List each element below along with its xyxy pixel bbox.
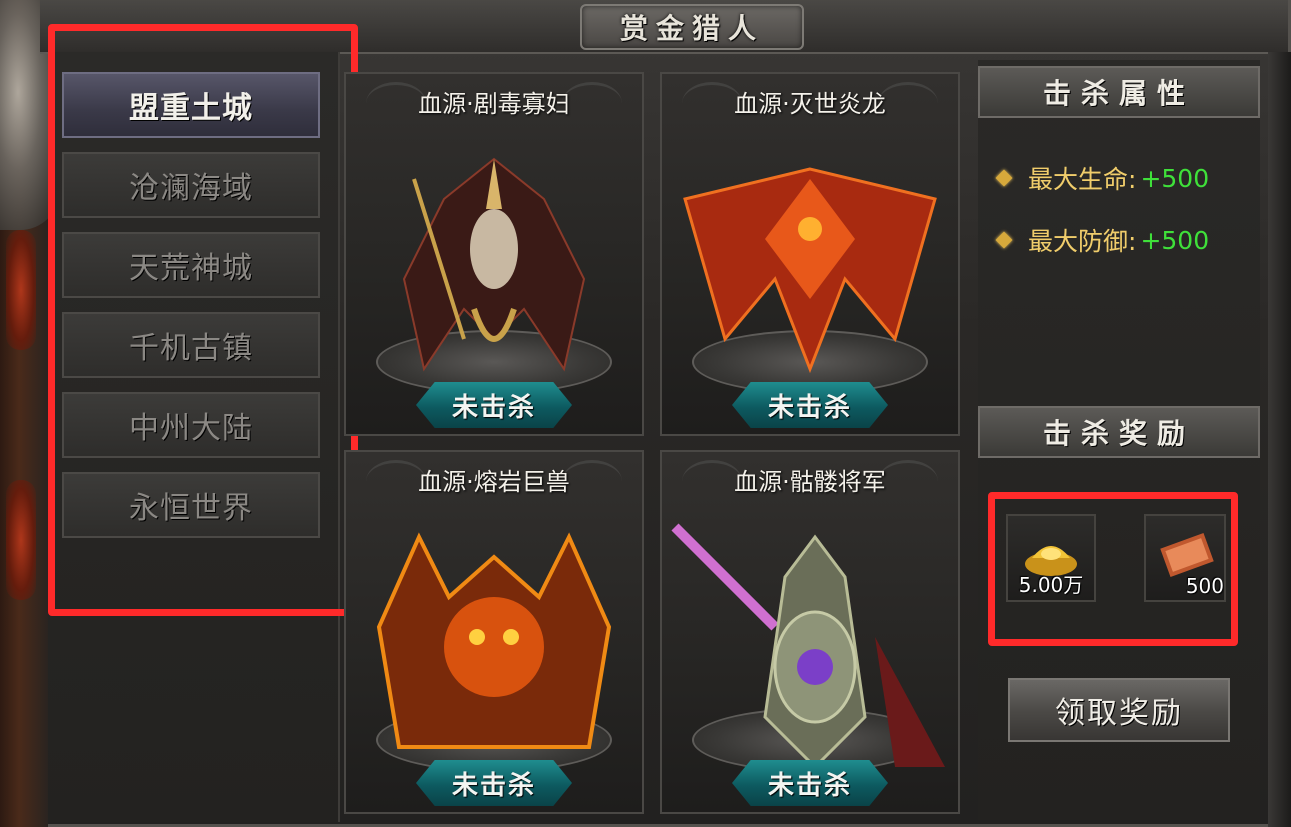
kill-attributes-heading: 击杀属性 <box>978 66 1260 118</box>
poison-widow-icon <box>374 139 614 403</box>
reward-quantity: 5.00万 <box>1018 573 1084 597</box>
status-label: 未击杀 <box>451 770 536 801</box>
status-label: 未击杀 <box>767 770 852 801</box>
status-label: 未击杀 <box>451 392 536 423</box>
kill-rewards-heading: 击杀奖励 <box>978 406 1260 458</box>
sidebar-item-label: 沧澜海域 <box>129 171 253 206</box>
lava-beast-icon <box>359 517 629 771</box>
reward-quantity: 500 <box>1185 574 1224 598</box>
info-panel: 击杀属性 最大生命: +500 最大防御: +500 击杀奖励 5.00万 50… <box>978 60 1260 820</box>
boss-card[interactable]: 血源·熔岩巨兽 未击杀 <box>344 450 644 814</box>
status-not-killed-button[interactable]: 未击杀 <box>732 760 888 806</box>
sidebar-item-label: 天荒神城 <box>129 251 253 286</box>
sidebar-item-mengzhong[interactable]: 盟重土城 <box>62 72 320 138</box>
claim-reward-button[interactable]: 领取奖励 <box>1008 678 1230 742</box>
boss-name: 血源·剧毒寡妇 <box>418 90 570 118</box>
attribute-name: 最大生命: <box>1028 165 1137 194</box>
claim-button-label: 领取奖励 <box>1055 696 1183 731</box>
boss-card[interactable]: 血源·剧毒寡妇 未击杀 <box>344 72 644 436</box>
sidebar-item-qianji[interactable]: 千机古镇 <box>62 312 320 378</box>
boss-name: 血源·灭世炎龙 <box>734 90 886 118</box>
diamond-bullet-icon <box>995 231 1013 249</box>
diamond-bullet-icon <box>995 169 1013 187</box>
left-decoration <box>0 0 60 827</box>
window-title: 赏金猎人 <box>619 12 764 45</box>
region-sidebar: 盟重土城 沧澜海域 天荒神城 千机古镇 中州大陆 永恒世界 <box>48 52 340 822</box>
status-label: 未击杀 <box>767 392 852 423</box>
sidebar-item-tianhuang[interactable]: 天荒神城 <box>62 232 320 298</box>
section-heading-text: 击杀属性 <box>1042 77 1195 110</box>
section-heading-text: 击杀奖励 <box>1042 417 1195 450</box>
reward-slot[interactable]: 5.00万 <box>1006 514 1096 602</box>
sidebar-item-canglan[interactable]: 沧澜海域 <box>62 152 320 218</box>
sidebar-item-label: 千机古镇 <box>129 331 253 366</box>
fire-dragon-icon <box>665 139 955 383</box>
boss-card[interactable]: 血源·灭世炎龙 未击杀 <box>660 72 960 436</box>
right-border <box>1268 52 1291 827</box>
skeleton-general-icon <box>665 517 955 781</box>
sidebar-item-label: 中州大陆 <box>129 411 253 446</box>
attribute-name: 最大防御: <box>1028 227 1137 256</box>
sidebar-item-yongheng[interactable]: 永恒世界 <box>62 472 320 538</box>
attribute-row: 最大防御: +500 <box>995 220 1210 260</box>
attribute-value: +500 <box>1140 225 1210 255</box>
sidebar-item-zhongzhou[interactable]: 中州大陆 <box>62 392 320 458</box>
sidebar-item-label: 永恒世界 <box>129 491 253 526</box>
reward-slot[interactable]: 500 <box>1144 514 1226 602</box>
status-not-killed-button[interactable]: 未击杀 <box>416 382 572 428</box>
title-plate: 赏金猎人 <box>580 4 804 50</box>
ember-decoration <box>6 230 36 350</box>
title-bar: 赏金猎人 <box>40 0 1288 54</box>
status-not-killed-button[interactable]: 未击杀 <box>732 382 888 428</box>
attribute-value: +500 <box>1140 163 1210 193</box>
attribute-row: 最大生命: +500 <box>995 158 1210 198</box>
boss-name: 血源·熔岩巨兽 <box>418 468 570 496</box>
ember-decoration <box>6 480 36 600</box>
boss-name: 血源·骷髅将军 <box>734 468 886 496</box>
sidebar-item-label: 盟重土城 <box>129 91 253 126</box>
boss-card[interactable]: 血源·骷髅将军 未击杀 <box>660 450 960 814</box>
status-not-killed-button[interactable]: 未击杀 <box>416 760 572 806</box>
